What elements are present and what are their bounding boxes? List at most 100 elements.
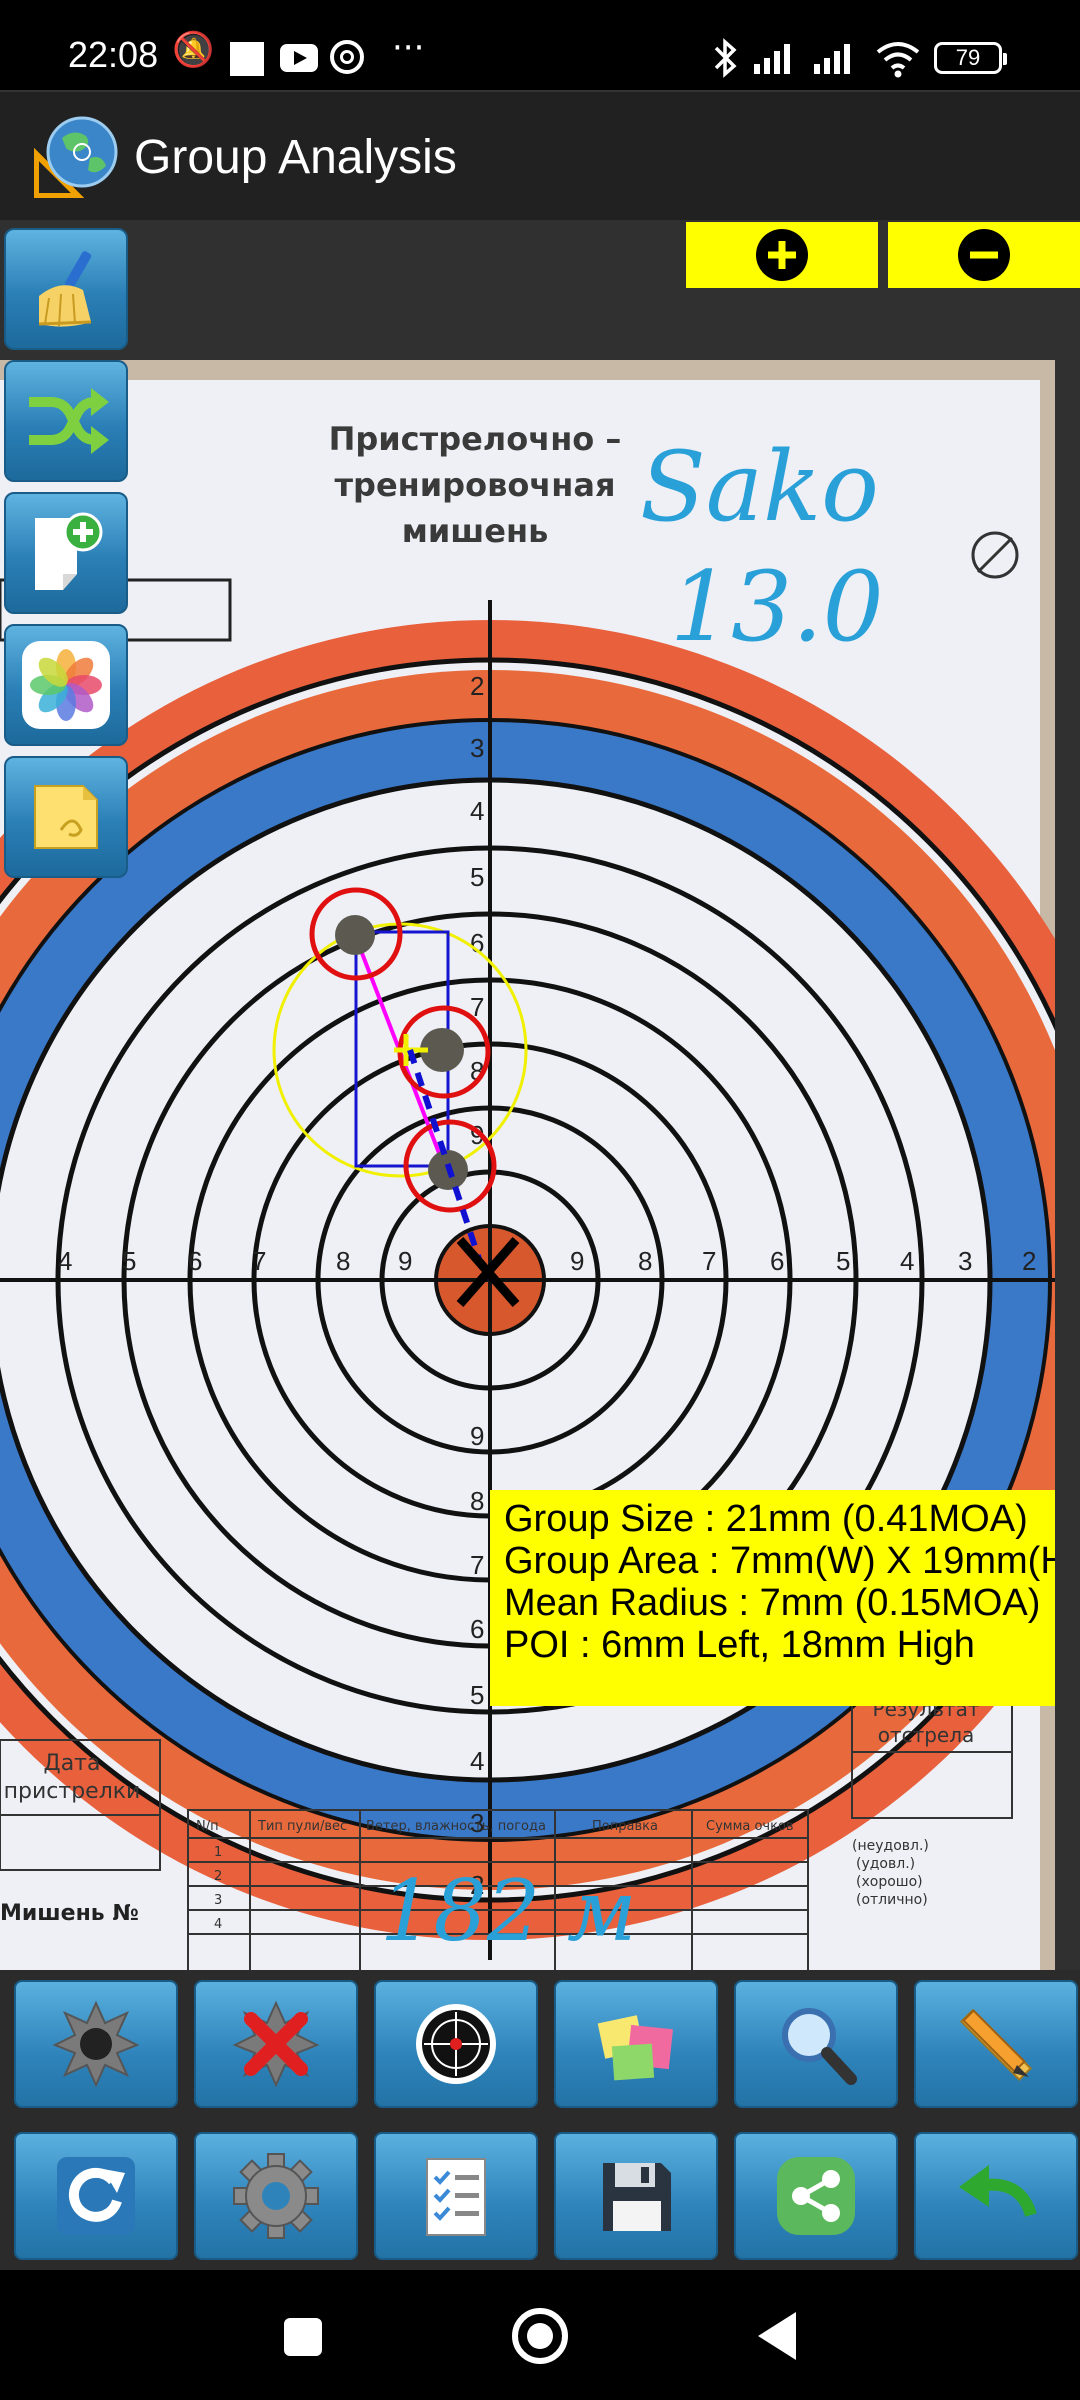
delete-shot-button[interactable] (194, 1980, 358, 2108)
handwriting-caliber: 13.0 (670, 551, 884, 663)
ring-num-left-4: 4 (58, 1246, 72, 1276)
stat-mean-radius: Mean Radius : 7mm (0.15MOA) (504, 1582, 1041, 1624)
plus-circle-icon (756, 229, 808, 281)
date-label-2: пристрелки (4, 1779, 141, 1804)
new-document-icon (35, 512, 103, 590)
target-photo[interactable]: Пристрелочно – тренировочная мишень Sako… (0, 360, 1055, 1972)
notes-icon (34, 785, 98, 849)
ring-num-bottom-7: 7 (470, 1550, 484, 1580)
broom-icon (38, 251, 92, 327)
ring-num-bottom-4: 4 (470, 1746, 484, 1776)
table-row-1: 1 (214, 1845, 222, 1860)
ring-num-top-3: 3 (470, 733, 484, 763)
group-stats-panel: Group Size : 21mm (0.41MOA) Group Area :… (490, 1490, 1055, 1706)
table-row-2: 2 (214, 1869, 222, 1884)
minus-circle-icon (958, 229, 1010, 281)
ring-num-left-8: 8 (336, 1246, 350, 1276)
notes-button[interactable] (4, 756, 128, 878)
delete-shot-icon (232, 2000, 320, 2088)
settings-gear-icon (233, 2153, 319, 2239)
ring-num-bottom-6: 6 (470, 1614, 484, 1644)
share-icon (777, 2157, 855, 2235)
ring-num-bottom-5: 5 (470, 1680, 484, 1710)
ring-num-right-6: 6 (770, 1246, 784, 1276)
table-row-4: 4 (214, 1917, 222, 1932)
refresh-button[interactable] (14, 2132, 178, 2260)
undo-arrow-icon (959, 2165, 1037, 2217)
handwriting-distance: 182 м (380, 1862, 637, 1960)
recents-button[interactable] (284, 2318, 322, 2356)
result-label-2: отстрела (878, 1723, 975, 1747)
bullet-hole-icon (52, 2000, 140, 2088)
grade-3: (хорошо) (856, 1874, 923, 1890)
back-button[interactable] (758, 2312, 796, 2360)
target-header-line1: Пристрелочно – (329, 420, 622, 458)
shuffle-button[interactable] (4, 360, 128, 482)
grade-4: (отлично) (856, 1892, 928, 1908)
bottom-toolbar (0, 1970, 1080, 2270)
save-button[interactable] (554, 2132, 718, 2260)
target-app-icon (330, 40, 364, 74)
table-row-3: 3 (214, 1893, 222, 1908)
ring-num-right-4: 4 (900, 1246, 914, 1276)
ring-num-left-7: 7 (252, 1246, 266, 1276)
ruler-pencil-icon (959, 2008, 1033, 2082)
ring-num-right-9: 9 (570, 1246, 584, 1276)
more-notifications: ··· (392, 28, 425, 68)
stat-group-area: Group Area : 7mm(W) X 19mm(H) (504, 1540, 1055, 1582)
handwriting-rifle: Sako (640, 431, 879, 543)
add-shot-button[interactable] (14, 1980, 178, 2108)
grade-2: (удовл.) (856, 1856, 915, 1872)
ring-num-bottom-9: 9 (470, 1421, 484, 1451)
save-disk-icon (603, 2163, 671, 2231)
ring-num-right-2: 2 (1022, 1246, 1036, 1276)
table-header-score: Сумма очков (706, 1819, 794, 1834)
measure-button[interactable] (914, 1980, 1078, 2108)
set-center-button[interactable] (374, 1980, 538, 2108)
target-header-line3: мишень (402, 512, 549, 550)
app-bar: Group Analysis (0, 90, 1080, 220)
ring-num-right-8: 8 (638, 1246, 652, 1276)
back-undo-button[interactable] (914, 2132, 1078, 2260)
stat-group-size: Group Size : 21mm (0.41MOA) (504, 1498, 1028, 1540)
gallery-button[interactable] (4, 624, 128, 746)
notes-list-button[interactable] (554, 1980, 718, 2108)
app-logo-icon (34, 116, 118, 198)
ring-num-left-9: 9 (398, 1246, 412, 1276)
new-document-button[interactable] (4, 492, 128, 614)
signal-icon-1 (752, 38, 802, 83)
stat-poi: POI : 6mm Left, 18mm High (504, 1624, 975, 1666)
refresh-icon (57, 2157, 135, 2235)
grade-1: (неудовл.) (852, 1838, 929, 1854)
zoom-in-button[interactable] (686, 222, 878, 288)
muted-bell-icon: 🔕 (172, 30, 215, 70)
ring-num-top-5: 5 (470, 862, 484, 892)
zoom-out-button[interactable] (888, 222, 1080, 288)
table-header-num: N/п (196, 1819, 219, 1834)
report-button[interactable] (374, 2132, 538, 2260)
report-checklist-icon (426, 2158, 486, 2236)
status-bar: 22:08 🔕 ··· 79 (0, 0, 1080, 90)
table-header-bullet: Тип пули/вес (257, 1819, 347, 1834)
share-button[interactable] (734, 2132, 898, 2260)
home-button[interactable] (512, 2308, 568, 2364)
magnifier-icon (782, 2008, 857, 2085)
ring-num-bottom-8: 8 (470, 1486, 484, 1516)
shot-hole-1 (335, 915, 375, 955)
ring-num-right-5: 5 (836, 1246, 850, 1276)
work-area: Пристрелочно – тренировочная мишень Sako… (0, 220, 1080, 1972)
target-number-label: Мишень № (0, 1901, 139, 1926)
shuffle-icon (29, 388, 109, 454)
signal-icon-2 (812, 38, 862, 83)
settings-button[interactable] (194, 2132, 358, 2260)
clear-button[interactable] (4, 228, 128, 350)
date-label-1: Дата (44, 1751, 101, 1776)
zoom-search-button[interactable] (734, 1980, 898, 2108)
system-nav-bar (0, 2270, 1080, 2400)
ring-num-top-4: 4 (470, 796, 484, 826)
ring-num-left-6: 6 (188, 1246, 202, 1276)
ring-num-right-3: 3 (958, 1246, 972, 1276)
ring-num-top-2: 2 (470, 671, 484, 701)
app-title: Group Analysis (134, 131, 457, 184)
target-header-line2: тренировочная (334, 466, 615, 504)
